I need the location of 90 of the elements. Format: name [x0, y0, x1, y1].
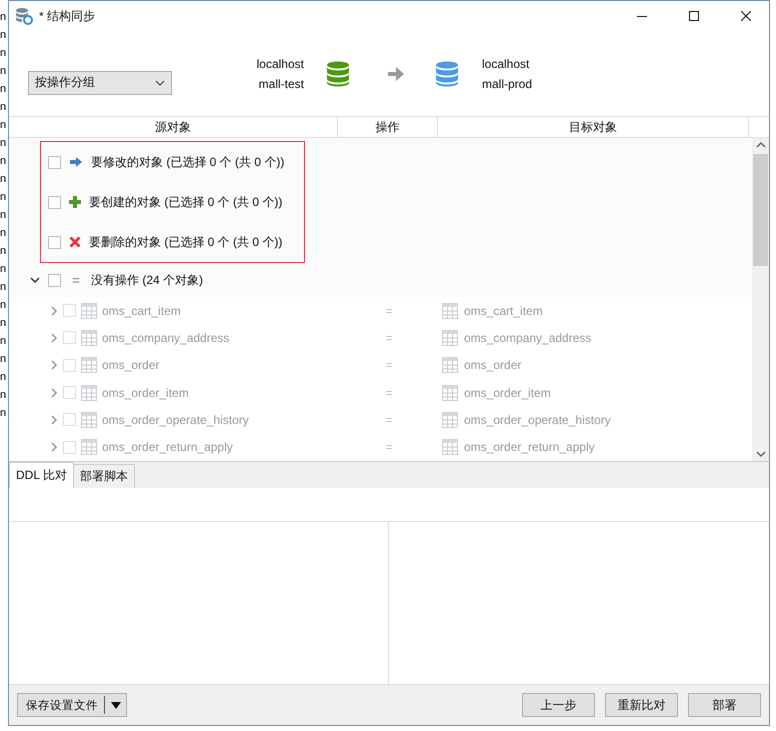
table-icon — [81, 302, 97, 319]
background-text: n — [0, 298, 8, 313]
database-icon — [326, 60, 350, 86]
background-text: n — [0, 352, 8, 367]
checkbox[interactable] — [48, 156, 61, 168]
checkbox[interactable] — [48, 236, 61, 248]
target-database: mall-prod — [482, 76, 532, 90]
background-text: n — [0, 226, 8, 241]
background-text: n — [0, 154, 8, 169]
group-label: 要删除的对象 (已选择 0 个 (共 0 个)) — [89, 234, 282, 250]
table-name: oms_order_item — [464, 386, 551, 400]
checkbox[interactable] — [48, 274, 61, 286]
equals-icon: = — [379, 304, 399, 318]
plus-icon — [69, 196, 81, 208]
table-name: oms_order_item — [102, 386, 189, 400]
table-icon — [442, 412, 458, 428]
app-icon — [15, 7, 33, 25]
window-title: * 结构同步 — [39, 8, 96, 24]
maximize-icon — [689, 11, 699, 21]
background-text: n — [0, 100, 8, 115]
column-header[interactable]: 操作 — [338, 117, 438, 137]
background-text: n — [0, 28, 8, 43]
background-text: n — [0, 262, 8, 277]
table-icon — [81, 412, 97, 428]
table-icon — [442, 384, 458, 401]
background-text: n — [0, 172, 8, 187]
background-text: n — [0, 46, 8, 61]
group-label: 要创建的对象 (已选择 0 个 (共 0 个)) — [89, 194, 282, 210]
checkbox[interactable] — [48, 196, 61, 208]
caret-icon — [111, 702, 121, 708]
dialog-button[interactable]: 部署 — [688, 693, 761, 717]
background-text: n — [0, 64, 8, 79]
arrow-icon — [69, 156, 83, 168]
source-database: mall-test — [258, 76, 304, 90]
equals-icon: = — [379, 330, 399, 345]
table-icon — [442, 439, 458, 456]
table-name: oms_order_operate_history — [464, 412, 611, 427]
dialog-button[interactable]: 重新比对 — [605, 693, 678, 717]
column-header[interactable]: 源对象 — [9, 117, 338, 137]
table-name: oms_cart_item — [464, 304, 543, 318]
background-text: n — [0, 82, 8, 97]
equals-icon: = — [69, 272, 83, 288]
table-icon — [81, 357, 97, 374]
table-name: oms_order — [464, 358, 522, 372]
tab[interactable]: DDL 比对 — [9, 462, 74, 488]
caret-icon — [155, 80, 165, 86]
arrow-icon — [388, 66, 404, 80]
dialog-button[interactable]: 上一步 — [522, 693, 595, 717]
save-settings-button[interactable]: 保存设置文件 — [17, 693, 127, 717]
close-icon — [741, 11, 751, 21]
tab[interactable]: 部署脚本 — [72, 464, 135, 488]
background-text: n — [0, 118, 8, 133]
background-text: n — [0, 208, 8, 223]
background-text: n — [0, 388, 8, 403]
background-text: n — [0, 244, 8, 259]
background-text: n — [0, 136, 8, 151]
equals-icon: = — [379, 412, 399, 427]
equals-icon: = — [379, 440, 399, 454]
table-name: oms_order_return_apply — [102, 440, 233, 454]
group-by-dropdown[interactable]: 按操作分组 — [28, 70, 172, 94]
background-text: n — [0, 190, 8, 205]
background-text: n — [0, 280, 8, 295]
table-icon — [81, 384, 97, 401]
background-text: n — [0, 334, 8, 349]
table-name: oms_cart_item — [102, 304, 181, 318]
database-icon — [435, 60, 459, 86]
source-host: localhost — [256, 56, 304, 70]
table-icon — [442, 330, 458, 346]
cross-icon — [69, 236, 81, 248]
chevron-icon[interactable] — [30, 276, 40, 284]
column-header[interactable]: 目标对象 — [438, 117, 749, 137]
table-name: oms_order_operate_history — [102, 412, 249, 427]
equals-icon: = — [379, 386, 399, 400]
group-label: 没有操作 (24 个对象) — [91, 272, 204, 288]
table-name: oms_company_address — [102, 330, 230, 345]
table-name: oms_order — [102, 358, 160, 372]
background-text: n — [0, 406, 8, 421]
scrollbar[interactable] — [752, 138, 769, 461]
table-icon — [81, 330, 97, 346]
table-icon — [81, 439, 97, 456]
background-text: n — [0, 370, 8, 385]
table-name: oms_order_return_apply — [464, 440, 595, 454]
equals-icon: = — [379, 358, 399, 372]
table-name: oms_company_address — [464, 330, 592, 345]
table-icon — [442, 302, 458, 319]
background-text: n — [0, 316, 8, 331]
table-icon — [442, 357, 458, 374]
background-text: n — [0, 10, 8, 25]
group-label: 要修改的对象 (已选择 0 个 (共 0 个)) — [91, 154, 284, 170]
target-host: localhost — [482, 56, 530, 70]
